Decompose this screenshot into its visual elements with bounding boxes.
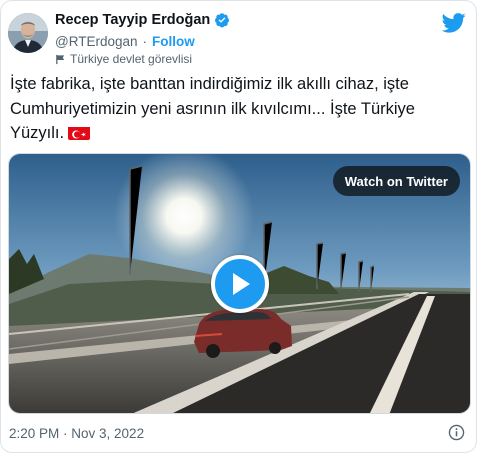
video-player[interactable]: Watch on Twitter — [8, 153, 471, 414]
handle-row: @RTErdogan · Follow — [55, 32, 195, 50]
account-label-text: Türkiye devlet görevlisi — [70, 52, 193, 66]
verified-badge-icon — [215, 13, 230, 28]
author-handle[interactable]: @RTErdogan — [55, 34, 138, 49]
flag-icon — [56, 54, 65, 64]
avatar[interactable] — [8, 13, 48, 53]
author-name-row[interactable]: Recep Tayyip Erdoğan — [55, 11, 230, 29]
tweet-card: Recep Tayyip Erdoğan @RTErdogan · Follow… — [0, 0, 477, 453]
twitter-bird-icon[interactable] — [442, 13, 466, 33]
play-button[interactable] — [211, 255, 269, 313]
separator-dot: · — [142, 33, 148, 49]
watch-label: Watch on Twitter — [344, 173, 448, 189]
follow-button[interactable]: Follow — [152, 34, 195, 49]
watch-on-twitter-button[interactable]: Watch on Twitter — [332, 166, 460, 196]
account-label[interactable]: Türkiye devlet görevlisi — [55, 51, 192, 67]
turkey-flag-emoji — [68, 125, 91, 140]
play-icon — [233, 273, 250, 295]
info-icon[interactable] — [448, 424, 465, 441]
tweet-text: İşte fabrika, işte banttan indirdiğimiz … — [10, 72, 466, 146]
tweet-timestamp[interactable]: 2:20 PM · Nov 3, 2022 — [9, 426, 144, 441]
author-name[interactable]: Recep Tayyip Erdoğan — [55, 12, 210, 28]
